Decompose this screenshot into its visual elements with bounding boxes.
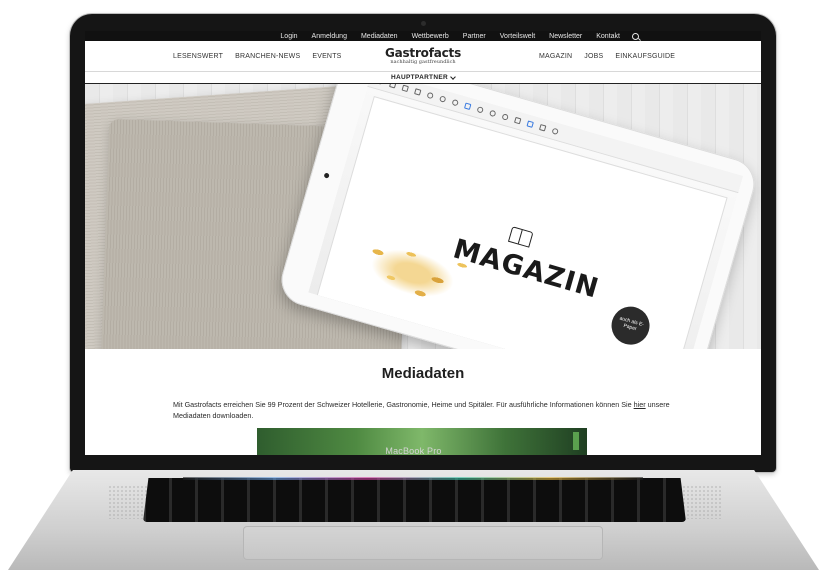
left-speaker-grille (108, 485, 148, 519)
hauptpartner-dropdown[interactable]: HAUPTPARTNER (85, 72, 761, 84)
intro-text: Mit Gastrofacts erreichen Sie 99 Prozent… (173, 400, 634, 409)
nav-item-magazin[interactable]: MAGAZIN (539, 53, 572, 60)
topbar-link-vorteilswelt[interactable]: Vorteilswelt (500, 33, 535, 40)
site-logo[interactable]: Gastrofacts nachhaltig gastfreundlich (383, 46, 463, 65)
mail-icon (414, 87, 422, 96)
tablet-device: MAGAZIN auch als E-Paper (275, 84, 761, 349)
camera (421, 21, 426, 26)
page-up-icon (439, 94, 447, 103)
chevron-down-icon (450, 73, 456, 80)
cursor-icon (464, 102, 472, 110)
hand-icon (476, 105, 485, 114)
page-title: Mediadaten (381, 365, 465, 382)
search-icon[interactable] (632, 32, 639, 40)
logo-title: Gastrofacts (384, 46, 462, 60)
zoom-out-icon (489, 109, 497, 117)
book-icon (507, 226, 534, 248)
hero-image: MAGAZIN auch als E-Paper (85, 84, 761, 349)
topbar-link-wettbewerb[interactable]: Wettbewerb (412, 33, 449, 40)
topbar-link-newsletter[interactable]: Newsletter (549, 33, 582, 40)
mediadaten-download-link[interactable]: hier (634, 400, 646, 409)
save-icon (389, 84, 397, 88)
browser-viewport: Login Anmeldung Mediadaten Wettbewerb Pa… (85, 31, 761, 455)
topbar-link-anmeldung[interactable]: Anmeldung (312, 33, 347, 40)
hauptpartner-label: HAUPTPARTNER (391, 74, 448, 81)
nav-right-group: MAGAZIN JOBS EINKAUFSGUIDE (539, 53, 675, 60)
bookmark-icon (526, 119, 535, 128)
main-content: Mediadaten Mit Gastrofacts erreichen Sie… (85, 365, 761, 421)
trackpad (243, 526, 603, 560)
nav-item-lesenswert[interactable]: LESENSWERT (173, 53, 223, 60)
nav-item-events[interactable]: EVENTS (312, 53, 341, 60)
print-icon (401, 84, 410, 92)
right-speaker-grille (682, 485, 722, 519)
sign-icon (551, 127, 560, 135)
nav-item-jobs[interactable]: JOBS (584, 53, 603, 60)
nav-item-branchen-news[interactable]: BRANCHEN-NEWS (235, 53, 300, 60)
tablet-screen: MAGAZIN auch als E-Paper (308, 84, 744, 349)
pdf-page: MAGAZIN auch als E-Paper (317, 97, 727, 349)
top-utility-bar: Login Anmeldung Mediadaten Wettbewerb Pa… (85, 31, 761, 41)
tablet-home-button (323, 172, 330, 179)
topbar-link-partner[interactable]: Partner (463, 33, 486, 40)
zoom-in-icon (501, 112, 510, 121)
main-navigation: LESENSWERT BRANCHEN-NEWS EVENTS Gastrofa… (85, 41, 761, 72)
pasta-image (341, 218, 486, 322)
keyboard (143, 478, 686, 522)
topbar-link-mediadaten[interactable]: Mediadaten (361, 33, 398, 40)
e-paper-badge: auch als E-Paper (607, 302, 655, 349)
zoom-icon (426, 91, 435, 99)
comment-icon (539, 123, 547, 131)
topbar-link-kontakt[interactable]: Kontakt (596, 33, 620, 40)
intro-paragraph: Mit Gastrofacts erreichen Sie 99 Prozent… (173, 399, 673, 421)
laptop-lid: Login Anmeldung Mediadaten Wettbewerb Pa… (70, 14, 776, 472)
topbar-link-login[interactable]: Login (280, 33, 297, 40)
nav-item-einkaufsguide[interactable]: EINKAUFSGUIDE (615, 53, 675, 60)
device-label: MacBook Pro (385, 446, 442, 456)
fit-page-icon (514, 116, 522, 124)
touch-bar (183, 477, 643, 480)
nav-left-group: LESENSWERT BRANCHEN-NEWS EVENTS (173, 53, 342, 60)
page-down-icon (451, 98, 460, 106)
logo-tagline: nachhaltig gastfreundlich (390, 59, 456, 65)
